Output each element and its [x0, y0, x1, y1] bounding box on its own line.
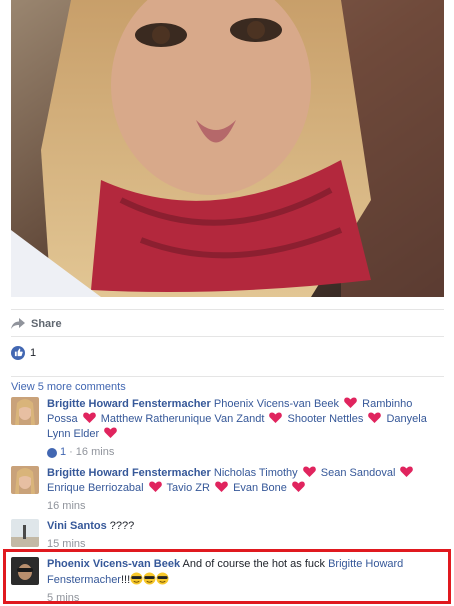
comment-meta: 1 · 16 mins	[47, 445, 444, 460]
tagged-user[interactable]: Enrique Berriozabal	[47, 482, 144, 494]
heart-icon	[269, 412, 283, 423]
tagged-user[interactable]: Sean Sandoval	[321, 467, 396, 479]
avatar[interactable]	[11, 397, 39, 425]
comment-author[interactable]: Brigitte Howard Fenstermacher	[47, 467, 211, 479]
tagged-user[interactable]: Phoenix Vicens-van Beek	[214, 398, 339, 410]
comment-time[interactable]: 16 mins	[47, 499, 86, 514]
heart-icon	[400, 466, 414, 477]
comment: Brigitte Howard Fenstermacher Phoenix Vi…	[11, 397, 444, 460]
comment-like-count[interactable]: 1	[60, 445, 66, 460]
likes-count: 1	[30, 346, 37, 359]
avatar[interactable]	[11, 466, 39, 494]
heart-icon	[215, 481, 228, 492]
tagged-user[interactable]: Matthew Ratherunique Van Zandt	[101, 413, 265, 425]
view-more-comments-link[interactable]: View 5 more comments	[11, 376, 444, 394]
comment: Brigitte Howard Fenstermacher Nicholas T…	[11, 466, 444, 514]
heart-icon	[302, 466, 316, 477]
heart-icon	[292, 481, 305, 492]
heart-icon	[148, 481, 162, 492]
comment-text: ????	[109, 520, 135, 532]
heart-icon	[344, 397, 357, 408]
comment: Vini Santos ???? 15 mins	[11, 519, 444, 552]
thumbs-up-icon	[47, 447, 57, 458]
heart-icon	[368, 412, 382, 423]
highlight-box	[3, 549, 451, 604]
post-photo[interactable]	[11, 0, 444, 297]
comment-author[interactable]: Vini Santos	[47, 520, 107, 532]
share-arrow-icon	[11, 317, 25, 330]
post-actions: Share	[11, 309, 444, 333]
reactions-summary[interactable]: 1	[11, 336, 444, 368]
tagged-user[interactable]: Nicholas Timothy	[214, 467, 298, 479]
comment-author[interactable]: Brigitte Howard Fenstermacher	[47, 398, 211, 410]
share-label: Share	[31, 317, 62, 330]
tagged-user[interactable]: Shooter Nettles	[288, 413, 364, 425]
avatar[interactable]	[11, 519, 39, 547]
heart-icon	[104, 427, 118, 438]
tagged-user[interactable]: Tavio ZR	[167, 482, 210, 494]
post-card: Share 1 View 5 more comments Brigitte Ho…	[0, 0, 454, 606]
comment-time[interactable]: 16 mins	[76, 445, 115, 460]
thumbs-up-icon	[11, 345, 25, 360]
tagged-user[interactable]: Evan Bone	[233, 482, 287, 494]
comment-meta: 16 mins	[47, 499, 444, 514]
share-button[interactable]: Share	[11, 317, 62, 330]
separator: ·	[69, 446, 73, 458]
heart-icon	[82, 412, 96, 423]
